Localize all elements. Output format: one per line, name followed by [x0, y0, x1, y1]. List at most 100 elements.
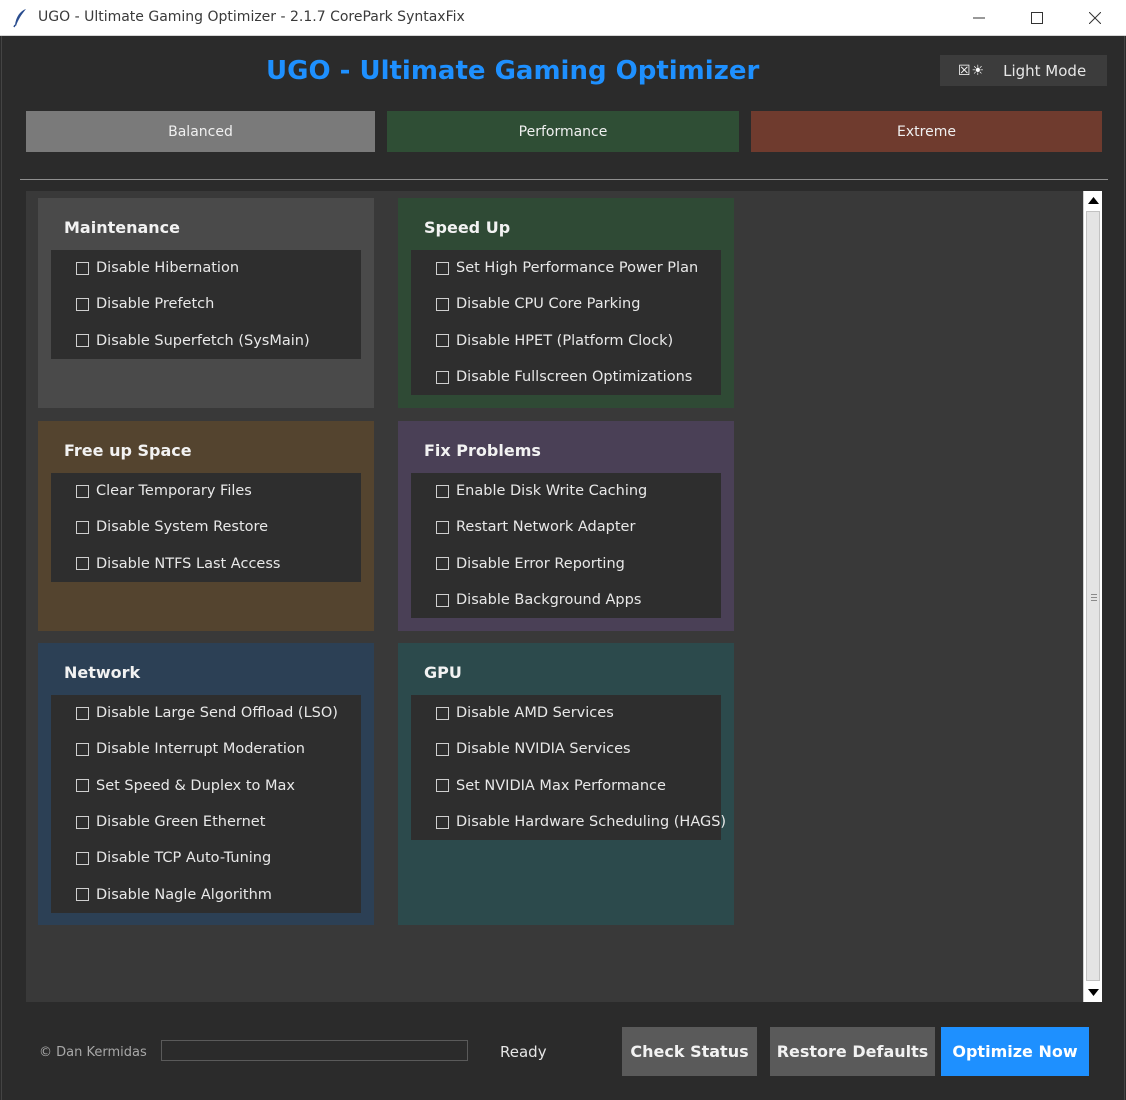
panel-title: Maintenance [64, 218, 181, 237]
checkbox[interactable] [436, 520, 449, 534]
option-label: Disable Interrupt Moderation [96, 741, 305, 758]
option-checkbox-row[interactable]: Disable Large Send Offload (LSO) [51, 695, 361, 731]
option-label: Clear Temporary Files [96, 483, 252, 500]
option-label: Disable System Restore [96, 519, 269, 536]
window-titlebar: UGO - Ultimate Gaming Optimizer - 2.1.7 … [0, 0, 1126, 36]
progress-bar [161, 1040, 468, 1061]
checkbox[interactable] [76, 334, 89, 348]
option-label: Disable AMD Services [456, 705, 614, 722]
speed-up-panel: Speed Up Set High Performance Power Plan… [398, 198, 734, 408]
checkbox[interactable] [436, 557, 449, 571]
option-checkbox-row[interactable]: Disable Hardware Scheduling (HAGS) [411, 804, 726, 840]
option-checkbox-row[interactable]: Disable System Restore [51, 509, 361, 545]
restore-defaults-button[interactable]: Restore Defaults [770, 1027, 935, 1076]
option-label: Disable Superfetch (SysMain) [96, 332, 310, 349]
option-checkbox-row[interactable]: Disable Nagle Algorithm [51, 876, 361, 912]
checkbox[interactable] [436, 370, 449, 384]
option-checkbox-row[interactable]: Disable Green Ethernet [51, 804, 361, 840]
option-list: Enable Disk Write Caching Restart Network… [411, 473, 721, 619]
panel-title: Fix Problems [424, 441, 541, 460]
scroll-up-arrow-icon[interactable] [1085, 192, 1102, 209]
option-label: Disable Error Reporting [456, 555, 625, 572]
option-checkbox-row[interactable]: Enable Disk Write Caching [411, 473, 721, 509]
maintenance-panel: Maintenance Disable Hibernation Disable P… [38, 198, 374, 408]
extreme-preset-button[interactable]: Extreme [751, 111, 1102, 152]
checkbox[interactable] [436, 706, 449, 720]
checkbox[interactable] [436, 484, 449, 498]
checkbox[interactable] [76, 557, 89, 571]
close-button[interactable] [1066, 0, 1124, 36]
panel-title: GPU [424, 663, 462, 682]
checkbox[interactable] [436, 742, 449, 756]
option-label: Disable Large Send Offload (LSO) [96, 705, 338, 722]
option-checkbox-row[interactable]: Clear Temporary Files [51, 473, 361, 509]
option-checkbox-row[interactable]: Disable AMD Services [411, 695, 721, 731]
scrollbar-grip-icon [1091, 594, 1097, 601]
scroll-down-arrow-icon[interactable] [1085, 984, 1102, 1001]
option-label: Disable Hibernation [96, 260, 240, 277]
option-label: Set Speed & Duplex to Max [96, 777, 295, 794]
maximize-button[interactable] [1008, 0, 1066, 36]
performance-preset-button[interactable]: Performance [387, 111, 739, 152]
checkbox[interactable] [436, 297, 449, 311]
option-label: Disable NTFS Last Access [96, 555, 281, 572]
checkbox[interactable] [76, 815, 89, 829]
check-status-button[interactable]: Check Status [622, 1027, 757, 1076]
checkbox[interactable] [436, 779, 449, 793]
vertical-scrollbar[interactable] [1083, 191, 1102, 1002]
option-checkbox-row[interactable]: Disable NTFS Last Access [51, 546, 361, 582]
optimize-now-button[interactable]: Optimize Now [941, 1027, 1089, 1076]
checkbox[interactable] [76, 297, 89, 311]
option-checkbox-row[interactable]: Set High Performance Power Plan [411, 250, 721, 286]
option-checkbox-row[interactable]: Disable Interrupt Moderation [51, 731, 361, 767]
minimize-icon [973, 17, 985, 19]
option-label: Disable NVIDIA Services [456, 741, 631, 758]
scrollbar-thumb[interactable] [1086, 211, 1100, 981]
checkbox[interactable] [76, 706, 89, 720]
option-label: Set NVIDIA Max Performance [456, 777, 666, 794]
checkbox[interactable] [76, 851, 89, 865]
option-checkbox-row[interactable]: Disable Error Reporting [411, 546, 721, 582]
checkbox[interactable] [76, 888, 89, 902]
option-list: Set High Performance Power Plan Disable C… [411, 250, 721, 396]
free-up-space-panel: Free up Space Clear Temporary Files Disab… [38, 421, 374, 631]
option-checkbox-row[interactable]: Disable CPU Core Parking [411, 286, 721, 322]
option-checkbox-row[interactable]: Disable Superfetch (SysMain) [51, 323, 361, 359]
window-title: UGO - Ultimate Gaming Optimizer - 2.1.7 … [38, 9, 465, 25]
checkbox[interactable] [436, 815, 449, 829]
panel-title: Speed Up [424, 218, 511, 237]
option-checkbox-row[interactable]: Disable Prefetch [51, 286, 361, 322]
option-checkbox-row[interactable]: Disable NVIDIA Services [411, 731, 721, 767]
status-text: Ready [500, 1043, 547, 1061]
checkbox[interactable] [76, 779, 89, 793]
light-mode-toggle[interactable]: ☒☀ Light Mode [940, 55, 1107, 86]
option-checkbox-row[interactable]: Disable Fullscreen Optimizations [411, 359, 721, 395]
balanced-preset-button[interactable]: Balanced [26, 111, 375, 152]
option-list: Disable AMD Services Disable NVIDIA Servi… [411, 695, 726, 841]
option-checkbox-row[interactable]: Set NVIDIA Max Performance [411, 768, 721, 804]
option-label: Disable Hardware Scheduling (HAGS) [456, 814, 727, 831]
checkbox[interactable] [436, 261, 449, 275]
checkbox[interactable] [76, 261, 89, 275]
option-label: Disable Green Ethernet [96, 814, 266, 831]
option-label: Enable Disk Write Caching [456, 483, 648, 500]
option-checkbox-row[interactable]: Set Speed & Duplex to Max [51, 768, 361, 804]
option-checkbox-row[interactable]: Disable HPET (Platform Clock) [411, 323, 721, 359]
option-checkbox-row[interactable]: Disable Hibernation [51, 250, 361, 286]
option-label: Set High Performance Power Plan [456, 260, 699, 277]
option-label: Disable Prefetch [96, 296, 215, 313]
copyright-text: © Dan Kermidas [39, 1045, 147, 1060]
option-checkbox-row[interactable]: Restart Network Adapter [411, 509, 721, 545]
checkbox[interactable] [436, 334, 449, 348]
option-checkbox-row[interactable]: Disable Background Apps [411, 582, 721, 618]
checkbox[interactable] [76, 520, 89, 534]
option-label: Disable TCP Auto-Tuning [96, 850, 272, 867]
minimize-button[interactable] [950, 0, 1008, 36]
option-list: Disable Hibernation Disable Prefetch Disab… [51, 250, 361, 359]
sun-icon: ☒☀ [958, 62, 986, 79]
option-checkbox-row[interactable]: Disable TCP Auto-Tuning [51, 840, 361, 876]
network-panel: Network Disable Large Send Offload (LSO)… [38, 643, 374, 925]
checkbox[interactable] [436, 593, 449, 607]
checkbox[interactable] [76, 484, 89, 498]
checkbox[interactable] [76, 742, 89, 756]
